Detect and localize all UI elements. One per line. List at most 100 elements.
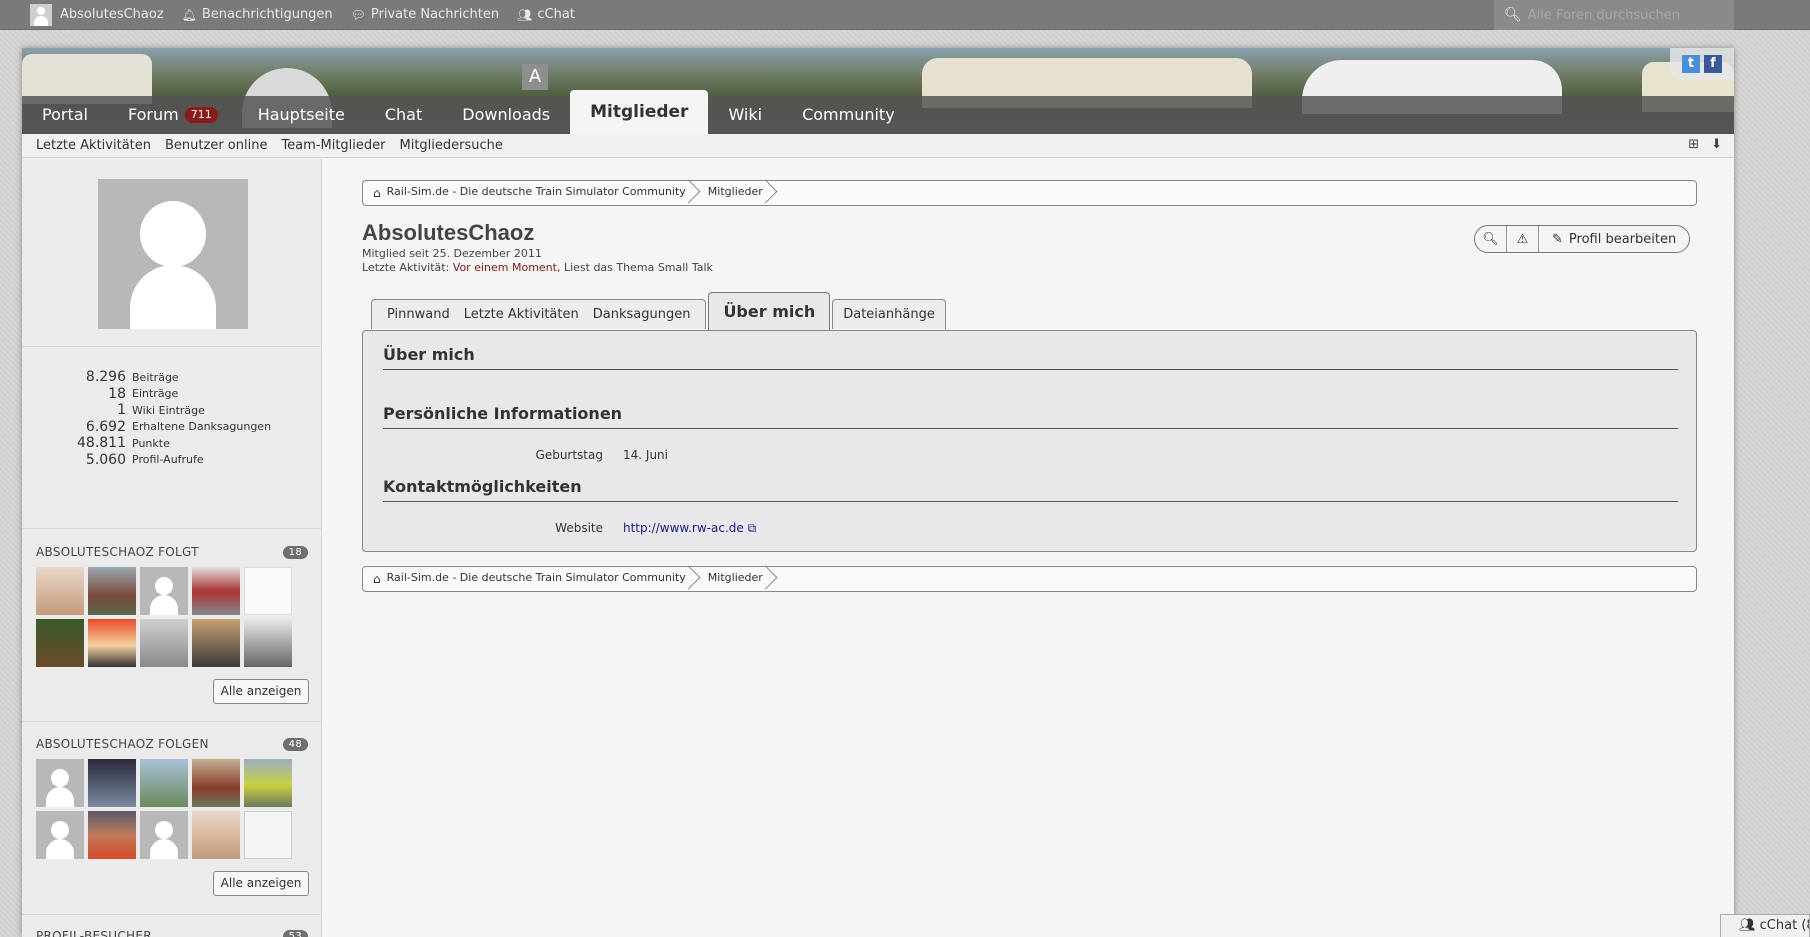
subnav-users-online[interactable]: Benutzer online bbox=[165, 138, 267, 153]
tab-thanks[interactable]: Danksagungen bbox=[586, 307, 698, 322]
arrow-down-icon[interactable]: ⬇ bbox=[1711, 137, 1722, 152]
nav-tab-portal[interactable]: Portal bbox=[22, 96, 108, 134]
user-avatar-thumb[interactable] bbox=[244, 759, 292, 807]
nav-tab-label: Community bbox=[802, 105, 895, 124]
user-avatar-thumb[interactable] bbox=[88, 811, 136, 859]
user-avatar-thumb[interactable] bbox=[192, 759, 240, 807]
stat-label: Profil-Aufrufe bbox=[132, 453, 204, 467]
pencil-icon: ✎ bbox=[1552, 231, 1563, 247]
users-icon: 👥︎ bbox=[517, 7, 533, 22]
nav-tab-forum[interactable]: Forum 711 bbox=[108, 96, 238, 134]
search-button[interactable]: 🔍︎ bbox=[1475, 226, 1507, 252]
nav-tab-downloads[interactable]: Downloads bbox=[442, 96, 570, 134]
social-links: t f bbox=[1670, 48, 1734, 80]
chat-corner-button[interactable]: 👥︎ cChat (8 bbox=[1720, 914, 1810, 937]
notifications-link[interactable]: 🔔︎ Benachrichtigungen bbox=[182, 7, 333, 22]
user-avatar-thumb[interactable] bbox=[192, 619, 240, 667]
twitter-icon[interactable]: t bbox=[1682, 55, 1700, 73]
subnav-team-members[interactable]: Team-Mitglieder bbox=[281, 138, 385, 153]
nav-tab-hauptseite[interactable]: Hauptseite bbox=[238, 96, 365, 134]
search-input[interactable]: 🔍︎ Alle Foren durchsuchen bbox=[1494, 0, 1734, 30]
user-avatar-thumb[interactable] bbox=[140, 759, 188, 807]
stat-row: 18 Einträge bbox=[22, 386, 322, 403]
user-menu[interactable]: AbsolutesChaoz bbox=[30, 3, 164, 26]
report-button[interactable]: ⚠ bbox=[1507, 226, 1539, 252]
messages-link[interactable]: 💬︎ Private Nachrichten bbox=[351, 7, 499, 22]
user-avatar-thumb[interactable] bbox=[36, 567, 84, 615]
profile-actions: 🔍︎ ⚠ ✎ Profil bearbeiten bbox=[1474, 225, 1691, 253]
user-avatar bbox=[30, 3, 52, 26]
chat-link[interactable]: 👥︎ cChat bbox=[517, 7, 575, 22]
about-heading: Über mich bbox=[383, 345, 475, 364]
user-avatar-thumb[interactable] bbox=[140, 811, 188, 859]
breadcrumb: ⌂ Rail-Sim.de - Die deutsche Train Simul… bbox=[362, 180, 1697, 206]
breadcrumb-site[interactable]: Rail-Sim.de - Die deutsche Train Simulat… bbox=[387, 566, 700, 592]
sub-navigation: Letzte Aktivitäten Benutzer online Team-… bbox=[22, 134, 1734, 158]
birthday-value: 14. Juni bbox=[623, 448, 668, 462]
last-activity-time: Vor einem Moment bbox=[452, 261, 557, 274]
user-avatar-thumb[interactable] bbox=[140, 567, 188, 615]
nav-tab-mitglieder[interactable]: Mitglieder bbox=[570, 90, 709, 134]
edit-profile-button[interactable]: ✎ Profil bearbeiten bbox=[1539, 226, 1689, 252]
last-activity-detail[interactable]: , Liest das Thema Small Talk bbox=[557, 261, 713, 274]
following-avatars bbox=[22, 567, 322, 667]
heading-rule bbox=[383, 369, 1678, 370]
website-row: http://www.rw-ac.de ⧉ bbox=[623, 521, 756, 536]
count-badge: 18 bbox=[282, 545, 308, 559]
user-avatar-thumb[interactable] bbox=[36, 619, 84, 667]
divider bbox=[22, 721, 322, 722]
user-avatar-thumb[interactable] bbox=[88, 619, 136, 667]
user-avatar-thumb[interactable] bbox=[36, 759, 84, 807]
facebook-icon[interactable]: f bbox=[1704, 55, 1722, 73]
messages-label: Private Nachrichten bbox=[370, 7, 500, 22]
user-avatar-thumb[interactable] bbox=[36, 811, 84, 859]
home-icon[interactable]: ⌂ bbox=[373, 572, 381, 586]
avatar-placeholder-body bbox=[130, 265, 216, 329]
stat-value: 18 bbox=[108, 385, 126, 402]
subnav-member-search[interactable]: Mitgliedersuche bbox=[400, 138, 503, 153]
profile-avatar[interactable] bbox=[98, 179, 248, 329]
tab-attachments[interactable]: Dateianhänge bbox=[832, 299, 946, 329]
nav-tab-label: Wiki bbox=[728, 105, 763, 124]
subnav-recent-activity[interactable]: Letzte Aktivitäten bbox=[36, 138, 151, 153]
user-avatar-thumb[interactable] bbox=[244, 811, 292, 859]
stat-label: Wiki Einträge bbox=[132, 403, 205, 417]
user-avatar-thumb[interactable] bbox=[192, 567, 240, 615]
website-link[interactable]: http://www.rw-ac.de bbox=[623, 521, 744, 535]
user-avatar-thumb[interactable] bbox=[244, 567, 292, 615]
header-banner: A t f Portal Forum 711 Hauptseite Chat Do… bbox=[22, 48, 1734, 134]
breadcrumb-site[interactable]: Rail-Sim.de - Die deutsche Train Simulat… bbox=[387, 180, 700, 206]
count-badge: 53 bbox=[282, 929, 308, 937]
tab-recent-activity[interactable]: Letzte Aktivitäten bbox=[457, 307, 586, 322]
user-avatar-thumb[interactable] bbox=[192, 811, 240, 859]
stat-row: 8.296 Beiträge bbox=[22, 369, 322, 386]
breadcrumb-section[interactable]: Mitglieder bbox=[708, 566, 777, 592]
user-avatar-thumb[interactable] bbox=[140, 619, 188, 667]
username-link[interactable]: AbsolutesChaoz bbox=[60, 7, 164, 22]
stat-value: 1 bbox=[117, 402, 126, 419]
user-avatar-thumb[interactable] bbox=[244, 619, 292, 667]
nav-tab-label: Mitglieder bbox=[590, 102, 689, 122]
last-activity: Letzte Aktivität: Vor einem Moment, Lies… bbox=[362, 261, 713, 274]
user-avatar-thumb[interactable] bbox=[88, 759, 136, 807]
show-all-followers-button[interactable]: Alle anzeigen bbox=[213, 871, 309, 896]
chat-corner-label: cChat (8 bbox=[1759, 918, 1810, 933]
nav-tab-chat[interactable]: Chat bbox=[365, 96, 442, 134]
breadcrumb-section[interactable]: Mitglieder bbox=[708, 180, 777, 206]
home-icon[interactable]: ⌂ bbox=[373, 186, 381, 200]
tab-pinnwand[interactable]: Pinnwand bbox=[380, 307, 457, 322]
stat-label: Einträge bbox=[132, 387, 179, 401]
heading-rule bbox=[383, 501, 1678, 502]
nav-tab-community[interactable]: Community bbox=[782, 96, 915, 134]
sitemap-icon[interactable]: ⊞ bbox=[1688, 137, 1699, 152]
main-navigation: Portal Forum 711 Hauptseite Chat Download… bbox=[22, 90, 1734, 134]
search-placeholder: Alle Foren durchsuchen bbox=[1527, 7, 1680, 23]
breadcrumb-bottom: ⌂ Rail-Sim.de - Die deutsche Train Simul… bbox=[362, 566, 1697, 592]
stat-label: Erhaltene Danksagungen bbox=[132, 420, 272, 434]
tab-about-me[interactable]: Über mich bbox=[708, 292, 831, 330]
show-all-following-button[interactable]: Alle anzeigen bbox=[213, 679, 309, 704]
user-avatar-thumb[interactable] bbox=[88, 567, 136, 615]
stat-row: 6.692 Erhaltene Danksagungen bbox=[22, 419, 322, 436]
nav-tab-wiki[interactable]: Wiki bbox=[708, 96, 782, 134]
tab-group: Pinnwand Letzte Aktivitäten Danksagungen bbox=[371, 299, 707, 329]
